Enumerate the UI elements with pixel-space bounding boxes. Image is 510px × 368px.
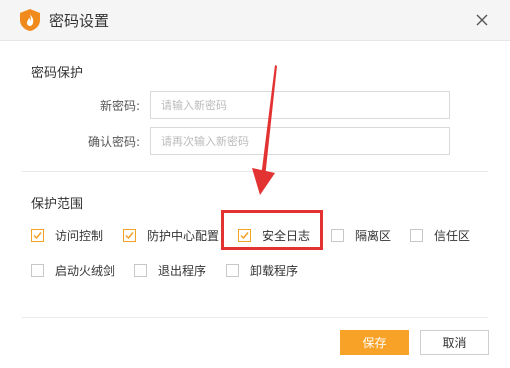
checkbox-box[interactable] xyxy=(31,229,44,242)
checkbox-label: 卸载程序 xyxy=(250,264,299,278)
checkbox-label: 隔离区 xyxy=(355,229,392,243)
checkbox-protection-center-config[interactable]: 防护中心配置 xyxy=(123,227,219,244)
checkbox-quarantine[interactable]: 隔离区 xyxy=(331,227,391,244)
scope-section-title: 保护范围 xyxy=(31,197,84,212)
password-section-title: 密码保护 xyxy=(31,66,84,81)
red-arrow-icon xyxy=(252,65,277,195)
checkbox-security-log[interactable]: 安全日志 xyxy=(238,227,310,244)
checkmark-icon xyxy=(240,232,249,240)
checkbox-label: 信任区 xyxy=(434,229,471,243)
checkbox-label: 防护中心配置 xyxy=(147,229,220,243)
new-password-input[interactable] xyxy=(150,91,450,119)
window-title: 密码设置 xyxy=(49,12,110,30)
checkbox-box[interactable] xyxy=(31,264,44,277)
checkbox-label: 访问控制 xyxy=(55,229,104,243)
cancel-button[interactable]: 取消 xyxy=(420,330,489,355)
confirm-password-input[interactable] xyxy=(150,127,450,155)
save-button[interactable]: 保存 xyxy=(340,330,409,355)
checkbox-uninstall-program[interactable]: 卸载程序 xyxy=(226,262,298,279)
checkbox-access-control[interactable]: 访问控制 xyxy=(31,227,103,244)
new-password-label: 新密码: xyxy=(99,99,140,113)
checkmark-icon xyxy=(33,232,42,240)
checkbox-label: 退出程序 xyxy=(158,264,207,278)
checkmark-icon xyxy=(125,232,134,240)
checkbox-label: 启动火绒剑 xyxy=(55,264,116,278)
close-icon[interactable] xyxy=(473,11,491,29)
checkbox-box[interactable] xyxy=(134,264,147,277)
fire-shield-logo-icon xyxy=(20,9,40,31)
checkbox-box[interactable] xyxy=(331,229,344,242)
checkbox-box[interactable] xyxy=(226,264,239,277)
checkbox-box[interactable] xyxy=(238,229,251,242)
confirm-password-label: 确认密码: xyxy=(87,135,140,149)
checkbox-trust-zone[interactable]: 信任区 xyxy=(410,227,470,244)
checkbox-box[interactable] xyxy=(410,229,423,242)
checkbox-exit-program[interactable]: 退出程序 xyxy=(134,262,206,279)
checkbox-label: 安全日志 xyxy=(262,229,311,243)
footer-divider xyxy=(22,317,488,318)
checkbox-box[interactable] xyxy=(123,229,136,242)
title-bar: 密码设置 xyxy=(0,0,510,41)
checkbox-launch-huorong-sword[interactable]: 启动火绒剑 xyxy=(31,262,115,279)
